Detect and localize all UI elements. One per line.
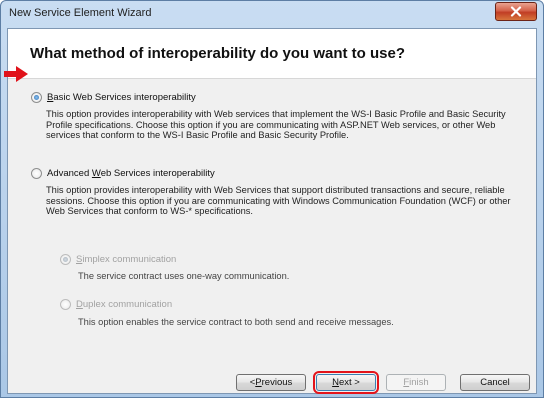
duplex-radio-circle[interactable] (60, 299, 71, 310)
advanced-interop-label: Advanced Web Services interoperability (47, 168, 215, 179)
header-panel: What method of interoperability do you w… (8, 29, 536, 79)
simplex-label: Simplex communication (76, 254, 177, 265)
basic-interop-radio-circle[interactable] (31, 92, 42, 103)
simplex-description: The service contract uses one-way commun… (78, 271, 290, 281)
simplex-radio-circle[interactable] (60, 254, 71, 265)
advanced-interop-description: This option provides interoperability wi… (46, 185, 511, 216)
basic-interop-description: This option provides interoperability wi… (46, 109, 506, 140)
basic-interop-radio[interactable]: Basic Web Services interoperability (31, 92, 196, 103)
title-bar[interactable]: New Service Element Wizard (1, 1, 543, 27)
advanced-interop-radio[interactable]: Advanced Web Services interoperability (31, 168, 215, 179)
wizard-window: New Service Element Wizard What method o… (0, 0, 544, 398)
next-button[interactable]: Next > (313, 371, 379, 394)
basic-interop-label: Basic Web Services interoperability (47, 92, 196, 103)
wizard-body: What method of interoperability do you w… (7, 28, 537, 394)
simplex-radio[interactable]: Simplex communication (60, 254, 176, 265)
duplex-description: This option enables the service contract… (78, 317, 394, 327)
duplex-radio[interactable]: Duplex communication (60, 299, 172, 310)
cancel-button[interactable]: Cancel (460, 374, 530, 391)
finish-button[interactable]: Finish (386, 374, 446, 391)
close-icon (510, 6, 522, 17)
window-title: New Service Element Wizard (9, 7, 152, 19)
duplex-label: Duplex communication (76, 299, 173, 310)
red-arrow-icon (4, 66, 28, 82)
button-bar: < Previous Next > Finish Cancel (8, 369, 536, 395)
close-button[interactable] (495, 2, 537, 21)
page-title: What method of interoperability do you w… (30, 45, 405, 62)
advanced-interop-radio-circle[interactable] (31, 168, 42, 179)
previous-button[interactable]: < Previous (236, 374, 306, 391)
